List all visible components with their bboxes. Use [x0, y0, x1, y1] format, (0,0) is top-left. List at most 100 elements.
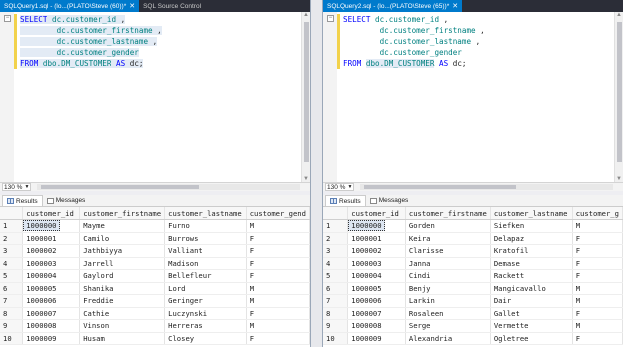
- row-number[interactable]: 10: [0, 332, 24, 345]
- table-cell[interactable]: 1000001: [22, 232, 81, 245]
- table-cell[interactable]: Dair: [490, 294, 573, 308]
- row-number[interactable]: 4: [0, 257, 24, 270]
- table-cell[interactable]: Jarrell: [79, 257, 166, 270]
- table-cell[interactable]: Demase: [490, 257, 573, 270]
- table-cell[interactable]: M: [572, 219, 623, 233]
- table-cell[interactable]: Geringer: [164, 294, 247, 308]
- editor-horizontal-scrollbar[interactable]: [37, 184, 300, 190]
- row-number[interactable]: 6: [0, 282, 24, 295]
- table-cell[interactable]: Gaylord: [79, 269, 166, 283]
- table-cell[interactable]: Jathbiyya: [79, 244, 166, 258]
- left-sql-editor[interactable]: − SELECT dc.customer_id , dc.customer_fi…: [0, 12, 310, 182]
- table-cell[interactable]: 1000007: [22, 307, 81, 320]
- row-number[interactable]: 7: [323, 294, 349, 308]
- table-cell[interactable]: Closey: [164, 332, 247, 345]
- table-cell[interactable]: 1000004: [22, 269, 81, 283]
- row-number[interactable]: 8: [0, 307, 24, 320]
- scroll-thumb[interactable]: [304, 22, 309, 162]
- table-row[interactable]: 7 1000006 Freddie Geringer M: [0, 294, 310, 308]
- tab-sql-source-control[interactable]: SQL Source Control: [139, 0, 205, 12]
- table-cell[interactable]: F: [572, 332, 623, 345]
- table-cell[interactable]: Luczynski: [164, 307, 247, 320]
- table-cell[interactable]: 1000006: [347, 294, 406, 308]
- table-row[interactable]: 5 1000004 Cindi Rackett F: [323, 269, 623, 283]
- row-number[interactable]: 1: [0, 219, 24, 233]
- table-cell[interactable]: 1000009: [347, 332, 406, 345]
- table-cell[interactable]: M: [246, 319, 310, 333]
- column-header[interactable]: customer_firstname: [405, 207, 491, 220]
- table-cell[interactable]: 1000008: [22, 319, 81, 333]
- table-cell[interactable]: Benjy: [405, 282, 491, 295]
- table-row[interactable]: 6 1000005 Benjy Mangicavallo M: [323, 282, 623, 295]
- table-cell[interactable]: Larkin: [405, 294, 491, 308]
- table-cell[interactable]: F: [246, 307, 310, 320]
- table-row[interactable]: 7 1000006 Larkin Dair M: [323, 294, 623, 308]
- table-row[interactable]: 2 1000001 Camilo Burrows F: [0, 232, 310, 245]
- table-cell[interactable]: F: [246, 257, 310, 270]
- table-cell[interactable]: 1000001: [347, 232, 406, 245]
- table-row[interactable]: 5 1000004 Gaylord Bellefleur F: [0, 269, 310, 283]
- row-number[interactable]: 5: [323, 269, 349, 283]
- tab-sqlquery1[interactable]: SQLQuery1.sql - (lo...(PLATO\Steve (60))…: [0, 0, 140, 12]
- table-cell[interactable]: Shanika: [79, 282, 166, 295]
- table-cell[interactable]: 1000000: [22, 219, 81, 233]
- table-cell[interactable]: Cathie: [79, 307, 166, 320]
- table-cell[interactable]: F: [572, 244, 623, 258]
- row-number[interactable]: 3: [0, 244, 24, 258]
- tab-results[interactable]: Results: [2, 195, 43, 206]
- right-sql-editor[interactable]: − SELECT dc.customer_id , dc.customer_fi…: [323, 12, 623, 182]
- table-cell[interactable]: 1000005: [22, 282, 81, 295]
- table-cell[interactable]: Kratofil: [490, 244, 573, 258]
- close-icon[interactable]: ✕: [452, 2, 458, 10]
- table-cell[interactable]: F: [572, 269, 623, 283]
- editor-vertical-scrollbar[interactable]: ▲ ▼: [614, 12, 623, 182]
- table-row[interactable]: 4 1000003 Jarrell Madison F: [0, 257, 310, 270]
- table-row[interactable]: 2 1000001 Keira Delapaz F: [323, 232, 623, 245]
- table-row[interactable]: 9 1000008 Vinson Herreras M: [0, 319, 310, 333]
- column-header[interactable]: customer_lastname: [490, 207, 573, 220]
- table-cell[interactable]: M: [246, 219, 310, 233]
- table-cell[interactable]: Janna: [405, 257, 491, 270]
- table-cell[interactable]: 1000004: [347, 269, 406, 283]
- tab-messages[interactable]: Messages: [43, 195, 90, 206]
- scroll-up-icon[interactable]: ▲: [616, 12, 622, 18]
- table-cell[interactable]: Freddie: [79, 294, 166, 308]
- table-cell[interactable]: M: [572, 319, 623, 333]
- row-number[interactable]: 2: [0, 232, 24, 245]
- table-cell[interactable]: Gallet: [490, 307, 573, 320]
- table-row[interactable]: 4 1000003 Janna Demase F: [323, 257, 623, 270]
- column-header[interactable]: customer_id: [347, 207, 406, 220]
- scroll-thumb[interactable]: [364, 185, 516, 189]
- table-cell[interactable]: 1000002: [347, 244, 406, 258]
- table-cell[interactable]: Serge: [405, 319, 491, 333]
- table-cell[interactable]: F: [572, 307, 623, 320]
- results-grid[interactable]: customer_id customer_firstname customer_…: [323, 207, 623, 347]
- row-number[interactable]: 9: [323, 319, 349, 333]
- table-cell[interactable]: M: [246, 282, 310, 295]
- table-row[interactable]: 8 1000007 Cathie Luczynski F: [0, 307, 310, 320]
- scroll-thumb[interactable]: [41, 185, 199, 189]
- table-row[interactable]: 9 1000008 Serge Vermette M: [323, 319, 623, 333]
- table-cell[interactable]: F: [572, 232, 623, 245]
- table-cell[interactable]: Clarisse: [405, 244, 491, 258]
- table-cell[interactable]: Ogletree: [490, 332, 573, 345]
- column-header[interactable]: customer_g: [572, 207, 623, 220]
- table-cell[interactable]: Furno: [164, 219, 247, 233]
- table-cell[interactable]: Delapaz: [490, 232, 573, 245]
- table-cell[interactable]: 1000002: [22, 244, 81, 258]
- table-row[interactable]: 3 1000002 Clarisse Kratofil F: [323, 244, 623, 258]
- table-row[interactable]: 6 1000005 Shanika Lord M: [0, 282, 310, 295]
- zoom-dropdown[interactable]: 130 % ▼: [2, 183, 32, 191]
- row-number[interactable]: 7: [0, 294, 24, 308]
- results-grid[interactable]: customer_id customer_firstname customer_…: [0, 207, 310, 347]
- row-number[interactable]: 2: [323, 232, 349, 245]
- table-cell[interactable]: Siefken: [490, 219, 573, 233]
- column-header[interactable]: customer_gend: [246, 207, 310, 220]
- table-cell[interactable]: 1000006: [22, 294, 81, 308]
- table-cell[interactable]: Husam: [79, 332, 166, 345]
- table-row[interactable]: 8 1000007 Rosaleen Gallet F: [323, 307, 623, 320]
- table-cell[interactable]: Valliant: [164, 244, 247, 258]
- table-row[interactable]: 3 1000002 Jathbiyya Valliant F: [0, 244, 310, 258]
- column-header[interactable]: customer_firstname: [79, 207, 166, 220]
- row-number[interactable]: 4: [323, 257, 349, 270]
